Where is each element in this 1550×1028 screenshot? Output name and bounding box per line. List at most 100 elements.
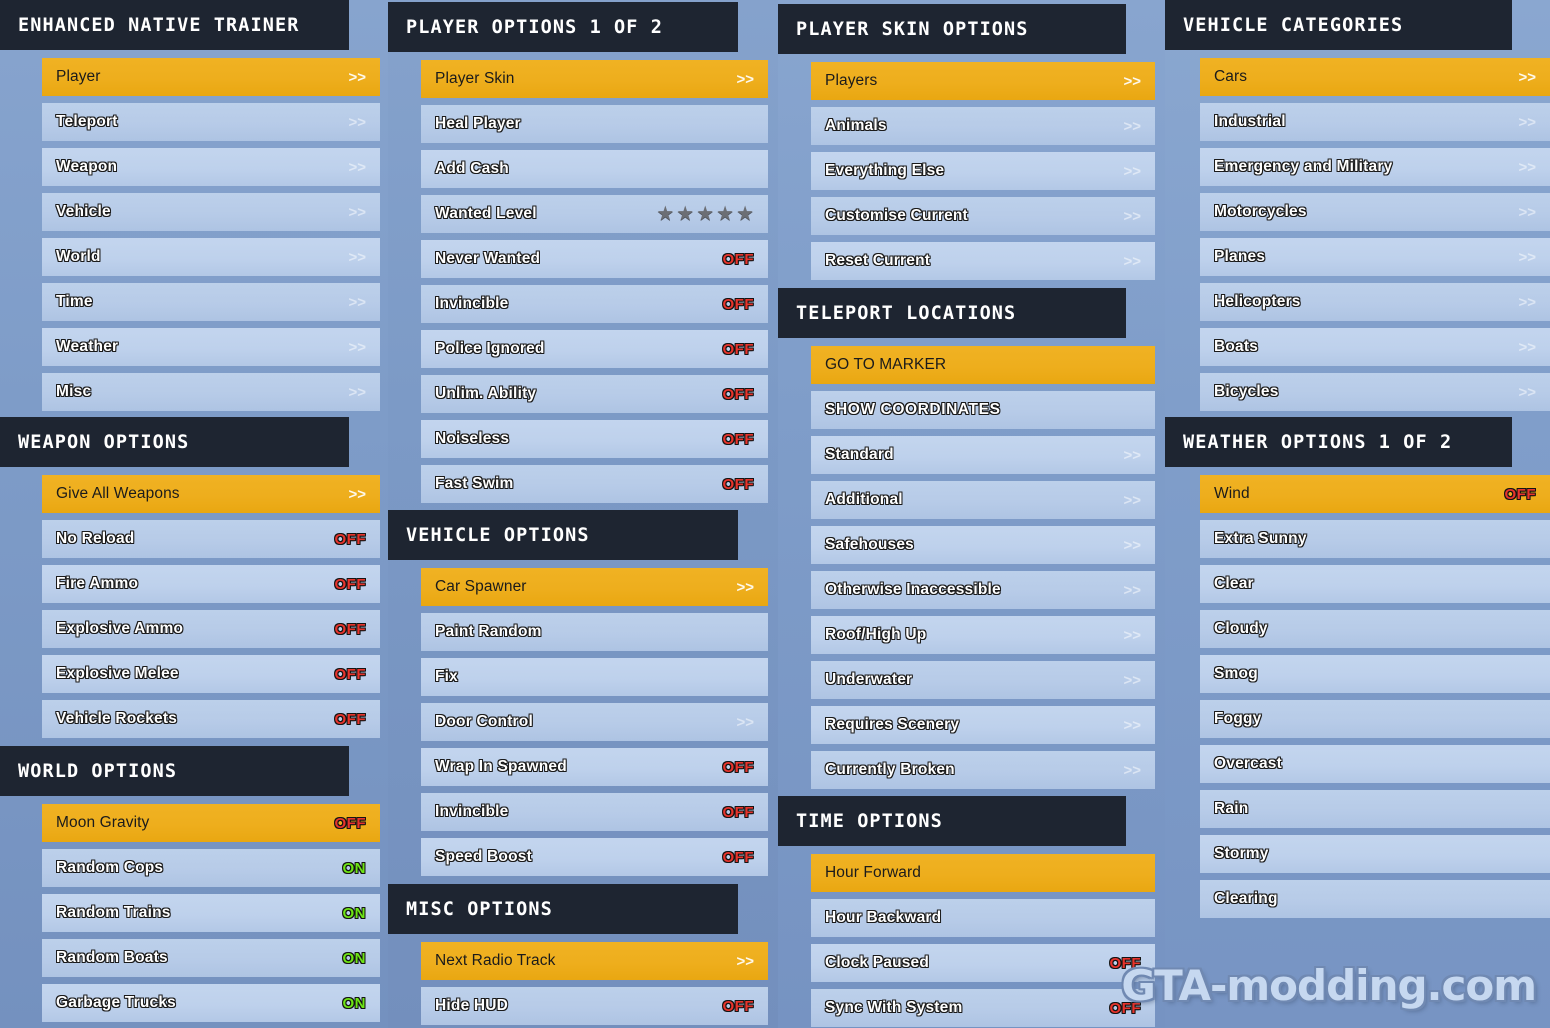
menu-row-give-all-weapons[interactable]: Give All Weapons >>: [42, 475, 380, 513]
menu-row-never-wanted[interactable]: Never Wanted OFF: [421, 240, 768, 278]
menu-row-overcast[interactable]: Overcast: [1200, 745, 1550, 783]
menu-row-clearing[interactable]: Clearing: [1200, 880, 1550, 918]
menu-row-additional[interactable]: Additional >>: [811, 481, 1155, 519]
menu-row-planes[interactable]: Planes >>: [1200, 238, 1550, 276]
toggle-badge-off[interactable]: OFF: [723, 849, 755, 866]
toggle-badge-off[interactable]: OFF: [335, 621, 367, 638]
menu-row-speed-boost[interactable]: Speed Boost OFF: [421, 838, 768, 876]
menu-row-cloudy[interactable]: Cloudy: [1200, 610, 1550, 648]
menu-row-wrap-in-spawned[interactable]: Wrap In Spawned OFF: [421, 748, 768, 786]
menu-row-world[interactable]: World >>: [42, 238, 380, 276]
menu-row-bicycles[interactable]: Bicycles >>: [1200, 373, 1550, 411]
menu-row-heal-player[interactable]: Heal Player: [421, 105, 768, 143]
toggle-badge-off[interactable]: OFF: [723, 386, 755, 403]
menu-row-moon-gravity[interactable]: Moon Gravity OFF: [42, 804, 380, 842]
toggle-badge-on[interactable]: ON: [343, 950, 367, 967]
menu-row-stormy[interactable]: Stormy: [1200, 835, 1550, 873]
menu-row-everything-else[interactable]: Everything Else >>: [811, 152, 1155, 190]
menu-row-underwater[interactable]: Underwater >>: [811, 661, 1155, 699]
menu-row-roof-high-up[interactable]: Roof/High Up >>: [811, 616, 1155, 654]
menu-row-cars[interactable]: Cars >>: [1200, 58, 1550, 96]
menu-row-misc[interactable]: Misc >>: [42, 373, 380, 411]
menu-row-fire-ammo[interactable]: Fire Ammo OFF: [42, 565, 380, 603]
toggle-badge-off[interactable]: OFF: [1505, 486, 1537, 503]
toggle-badge-off[interactable]: OFF: [723, 341, 755, 358]
menu-row-noiseless[interactable]: Noiseless OFF: [421, 420, 768, 458]
menu-row-invincible[interactable]: Invincible OFF: [421, 793, 768, 831]
menu-row-rain[interactable]: Rain: [1200, 790, 1550, 828]
menu-row-requires-scenery[interactable]: Requires Scenery >>: [811, 706, 1155, 744]
menu-row-helicopters[interactable]: Helicopters >>: [1200, 283, 1550, 321]
menu-row-sync-with-system[interactable]: Sync With System OFF: [811, 989, 1155, 1027]
chevron-right-icon: >>: [736, 70, 754, 88]
toggle-badge-off[interactable]: OFF: [723, 804, 755, 821]
menu-row-player-skin[interactable]: Player Skin >>: [421, 60, 768, 98]
menu-row-customise-current[interactable]: Customise Current >>: [811, 197, 1155, 235]
menu-row-player[interactable]: Player >>: [42, 58, 380, 96]
menu-row-explosive-melee[interactable]: Explosive Melee OFF: [42, 655, 380, 693]
menu-row-safehouses[interactable]: Safehouses >>: [811, 526, 1155, 564]
toggle-badge-off[interactable]: OFF: [335, 531, 367, 548]
menu-row-hide-hud[interactable]: Hide HUD OFF: [421, 987, 768, 1025]
menu-row-boats[interactable]: Boats >>: [1200, 328, 1550, 366]
menu-row-vehicle-rockets[interactable]: Vehicle Rockets OFF: [42, 700, 380, 738]
menu-row-door-control[interactable]: Door Control >>: [421, 703, 768, 741]
menu-row-teleport[interactable]: Teleport >>: [42, 103, 380, 141]
menu-row-add-cash[interactable]: Add Cash: [421, 150, 768, 188]
menu-row-unlim-ability[interactable]: Unlim. Ability OFF: [421, 375, 768, 413]
wanted-level-stars[interactable]: ★ ★ ★ ★ ★: [656, 204, 754, 224]
toggle-badge-off[interactable]: OFF: [723, 251, 755, 268]
menu-row-standard[interactable]: Standard >>: [811, 436, 1155, 474]
toggle-badge-off[interactable]: OFF: [723, 296, 755, 313]
menu-row-emergency-and-military[interactable]: Emergency and Military >>: [1200, 148, 1550, 186]
menu-row-motorcycles[interactable]: Motorcycles >>: [1200, 193, 1550, 231]
menu-row-garbage-trucks[interactable]: Garbage Trucks ON: [42, 984, 380, 1022]
menu-row-explosive-ammo[interactable]: Explosive Ammo OFF: [42, 610, 380, 648]
menu-row-weather[interactable]: Weather >>: [42, 328, 380, 366]
toggle-badge-off[interactable]: OFF: [723, 431, 755, 448]
menu-row-hour-backward[interactable]: Hour Backward: [811, 899, 1155, 937]
menu-row-go-to-marker[interactable]: GO TO MARKER: [811, 346, 1155, 384]
toggle-badge-off[interactable]: OFF: [335, 815, 367, 832]
menu-row-players[interactable]: Players >>: [811, 62, 1155, 100]
menu-row-industrial[interactable]: Industrial >>: [1200, 103, 1550, 141]
menu-row-otherwise-inaccessible[interactable]: Otherwise Inaccessible >>: [811, 571, 1155, 609]
menu-row-random-trains[interactable]: Random Trains ON: [42, 894, 380, 932]
toggle-badge-off[interactable]: OFF: [723, 998, 755, 1015]
menu-row-wind[interactable]: Wind OFF: [1200, 475, 1550, 513]
toggle-badge-on[interactable]: ON: [343, 995, 367, 1012]
toggle-badge-off[interactable]: OFF: [723, 759, 755, 776]
menu-row-random-boats[interactable]: Random Boats ON: [42, 939, 380, 977]
menu-row-foggy[interactable]: Foggy: [1200, 700, 1550, 738]
toggle-badge-off[interactable]: OFF: [335, 711, 367, 728]
menu-row-paint-random[interactable]: Paint Random: [421, 613, 768, 651]
menu-row-currently-broken[interactable]: Currently Broken >>: [811, 751, 1155, 789]
menu-row-smog[interactable]: Smog: [1200, 655, 1550, 693]
toggle-badge-on[interactable]: ON: [343, 905, 367, 922]
menu-row-no-reload[interactable]: No Reload OFF: [42, 520, 380, 558]
menu-row-fix[interactable]: Fix: [421, 658, 768, 696]
menu-row-random-cops[interactable]: Random Cops ON: [42, 849, 380, 887]
menu-row-car-spawner[interactable]: Car Spawner >>: [421, 568, 768, 606]
menu-row-show-coordinates[interactable]: SHOW COORDINATES: [811, 391, 1155, 429]
toggle-badge-off[interactable]: OFF: [335, 576, 367, 593]
menu-row-fast-swim[interactable]: Fast Swim OFF: [421, 465, 768, 503]
menu-row-vehicle[interactable]: Vehicle >>: [42, 193, 380, 231]
toggle-badge-on[interactable]: ON: [343, 860, 367, 877]
menu-row-clear[interactable]: Clear: [1200, 565, 1550, 603]
menu-row-hour-forward[interactable]: Hour Forward: [811, 854, 1155, 892]
menu-row-wanted-level[interactable]: Wanted Level ★ ★ ★ ★ ★: [421, 195, 768, 233]
toggle-badge-off[interactable]: OFF: [723, 476, 755, 493]
toggle-badge-off[interactable]: OFF: [335, 666, 367, 683]
menu-row-police-ignored[interactable]: Police Ignored OFF: [421, 330, 768, 368]
menu-row-clock-paused[interactable]: Clock Paused OFF: [811, 944, 1155, 982]
menu-row-next-radio-track[interactable]: Next Radio Track >>: [421, 942, 768, 980]
menu-row-animals[interactable]: Animals >>: [811, 107, 1155, 145]
menu-row-time[interactable]: Time >>: [42, 283, 380, 321]
menu-row-invincible[interactable]: Invincible OFF: [421, 285, 768, 323]
menu-row-extra-sunny[interactable]: Extra Sunny: [1200, 520, 1550, 558]
menu-row-reset-current[interactable]: Reset Current >>: [811, 242, 1155, 280]
menu-row-weapon[interactable]: Weapon >>: [42, 148, 380, 186]
toggle-badge-off[interactable]: OFF: [1110, 1000, 1142, 1017]
toggle-badge-off[interactable]: OFF: [1110, 955, 1142, 972]
